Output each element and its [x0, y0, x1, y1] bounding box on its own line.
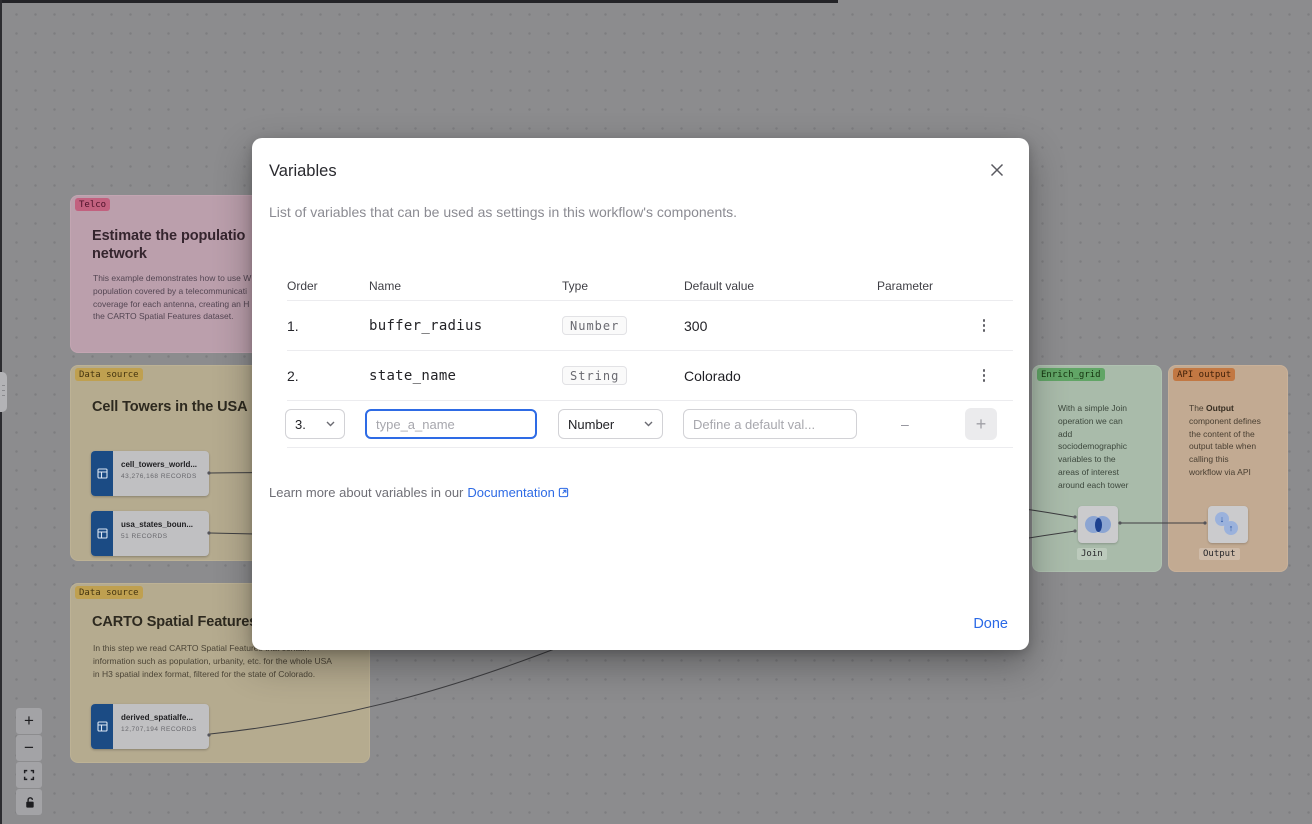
add-variable-button[interactable]: + — [965, 408, 997, 440]
type-select[interactable]: Number — [558, 409, 663, 439]
external-link-icon — [558, 487, 569, 498]
side-panel-handle[interactable] — [0, 372, 7, 412]
parameter-dash: – — [901, 416, 975, 432]
table-icon — [91, 704, 113, 749]
source-card-name: derived_spatialfe... — [121, 713, 197, 722]
variables-modal: Variables List of variables that can be … — [252, 138, 1029, 650]
col-header-parameter: Parameter — [877, 279, 975, 293]
row-default-value: Colorado — [684, 368, 877, 384]
close-icon — [990, 163, 1004, 177]
spatial-features-title: CARTO Spatial Features — [92, 614, 257, 632]
done-button[interactable]: Done — [973, 616, 1008, 632]
source-card-derived-spatial[interactable]: derived_spatialfe... 12,707,194 RECORDS — [91, 704, 209, 749]
node-tag-telco: Telco — [75, 198, 110, 211]
source-card-records: 43,276,168 RECORDS — [121, 473, 197, 480]
order-select[interactable]: 3. — [285, 409, 345, 439]
node-tag-api-output: API output — [1173, 368, 1235, 381]
variable-name-input[interactable] — [365, 409, 537, 439]
type-select-value: Number — [568, 417, 614, 432]
row-menu-button[interactable] — [975, 317, 993, 335]
join-component[interactable] — [1078, 506, 1118, 543]
documentation-link[interactable]: Documentation — [467, 485, 568, 500]
output-icon: ↓ ↑ — [1208, 506, 1248, 543]
api-output-body: The Output component defines the content… — [1189, 402, 1261, 479]
telco-body: This example demonstrates how to use W p… — [93, 272, 251, 323]
row-name: state_name — [369, 368, 562, 384]
row-order: 1. — [287, 318, 369, 334]
default-value-input[interactable] — [683, 409, 857, 439]
type-badge: String — [562, 366, 627, 385]
new-variable-row: 3. Number – + — [287, 401, 1013, 448]
source-card-cell-towers[interactable]: cell_towers_world... 43,276,168 RECORDS — [91, 451, 209, 496]
row-menu-button[interactable] — [975, 367, 993, 385]
row-order: 2. — [287, 368, 369, 384]
table-row: 2. state_name String Colorado — [287, 351, 1013, 401]
join-component-label: Join — [1077, 548, 1107, 560]
order-select-value: 3. — [295, 417, 306, 432]
upload-icon: ↑ — [1224, 521, 1238, 535]
lock-open-icon — [23, 796, 36, 809]
row-default-value: 300 — [684, 318, 877, 334]
source-card-name: usa_states_boun... — [121, 520, 193, 529]
variables-table: Order Name Type Default value Parameter … — [287, 272, 1013, 448]
row-name: buffer_radius — [369, 318, 562, 334]
table-icon — [91, 451, 113, 496]
node-enrich-grid[interactable]: Enrich_grid With a simple Join operation… — [1032, 365, 1162, 572]
toggle-knob — [880, 369, 891, 380]
fit-to-screen-icon — [22, 768, 36, 782]
col-header-order: Order — [287, 279, 369, 293]
node-api-output[interactable]: API output The Output component defines … — [1168, 365, 1288, 572]
cell-towers-title: Cell Towers in the USA — [92, 399, 247, 417]
canvas-zoom-controls: + − — [16, 708, 42, 816]
close-button[interactable] — [987, 160, 1007, 180]
learn-more-text: Learn more about variables in our Docume… — [269, 485, 569, 500]
output-component[interactable]: ↓ ↑ — [1208, 506, 1248, 543]
col-header-default-value: Default value — [684, 279, 877, 293]
modal-title: Variables — [269, 162, 337, 181]
source-card-name: cell_towers_world... — [121, 460, 197, 469]
enrich-grid-body: With a simple Join operation we can add … — [1058, 402, 1128, 492]
table-icon — [91, 511, 113, 556]
zoom-in-button[interactable]: + — [16, 708, 42, 734]
col-header-type: Type — [562, 279, 684, 293]
chevron-down-icon — [326, 421, 335, 427]
canvas-top-border — [0, 0, 838, 3]
telco-title: Estimate the populatio network — [92, 228, 245, 263]
source-card-records: 51 RECORDS — [121, 533, 193, 540]
output-component-label: Output — [1199, 548, 1240, 560]
fit-to-screen-button[interactable] — [16, 762, 42, 788]
chevron-down-icon — [644, 421, 653, 427]
toggle-knob — [880, 319, 891, 330]
type-badge: Number — [562, 316, 627, 335]
table-row: 1. buffer_radius Number 300 — [287, 301, 1013, 351]
lock-button[interactable] — [16, 789, 42, 815]
source-card-records: 12,707,194 RECORDS — [121, 726, 197, 733]
source-card-usa-states[interactable]: usa_states_boun... 51 RECORDS — [91, 511, 209, 556]
col-header-name: Name — [369, 279, 562, 293]
node-tag-data-source: Data source — [75, 586, 143, 599]
node-tag-enrich-grid: Enrich_grid — [1037, 368, 1105, 381]
join-icon — [1085, 516, 1111, 533]
canvas-left-border — [0, 0, 2, 824]
table-header-row: Order Name Type Default value Parameter — [287, 272, 1013, 301]
modal-description: List of variables that can be used as se… — [269, 204, 737, 220]
node-tag-data-source: Data source — [75, 368, 143, 381]
zoom-out-button[interactable]: − — [16, 735, 42, 761]
